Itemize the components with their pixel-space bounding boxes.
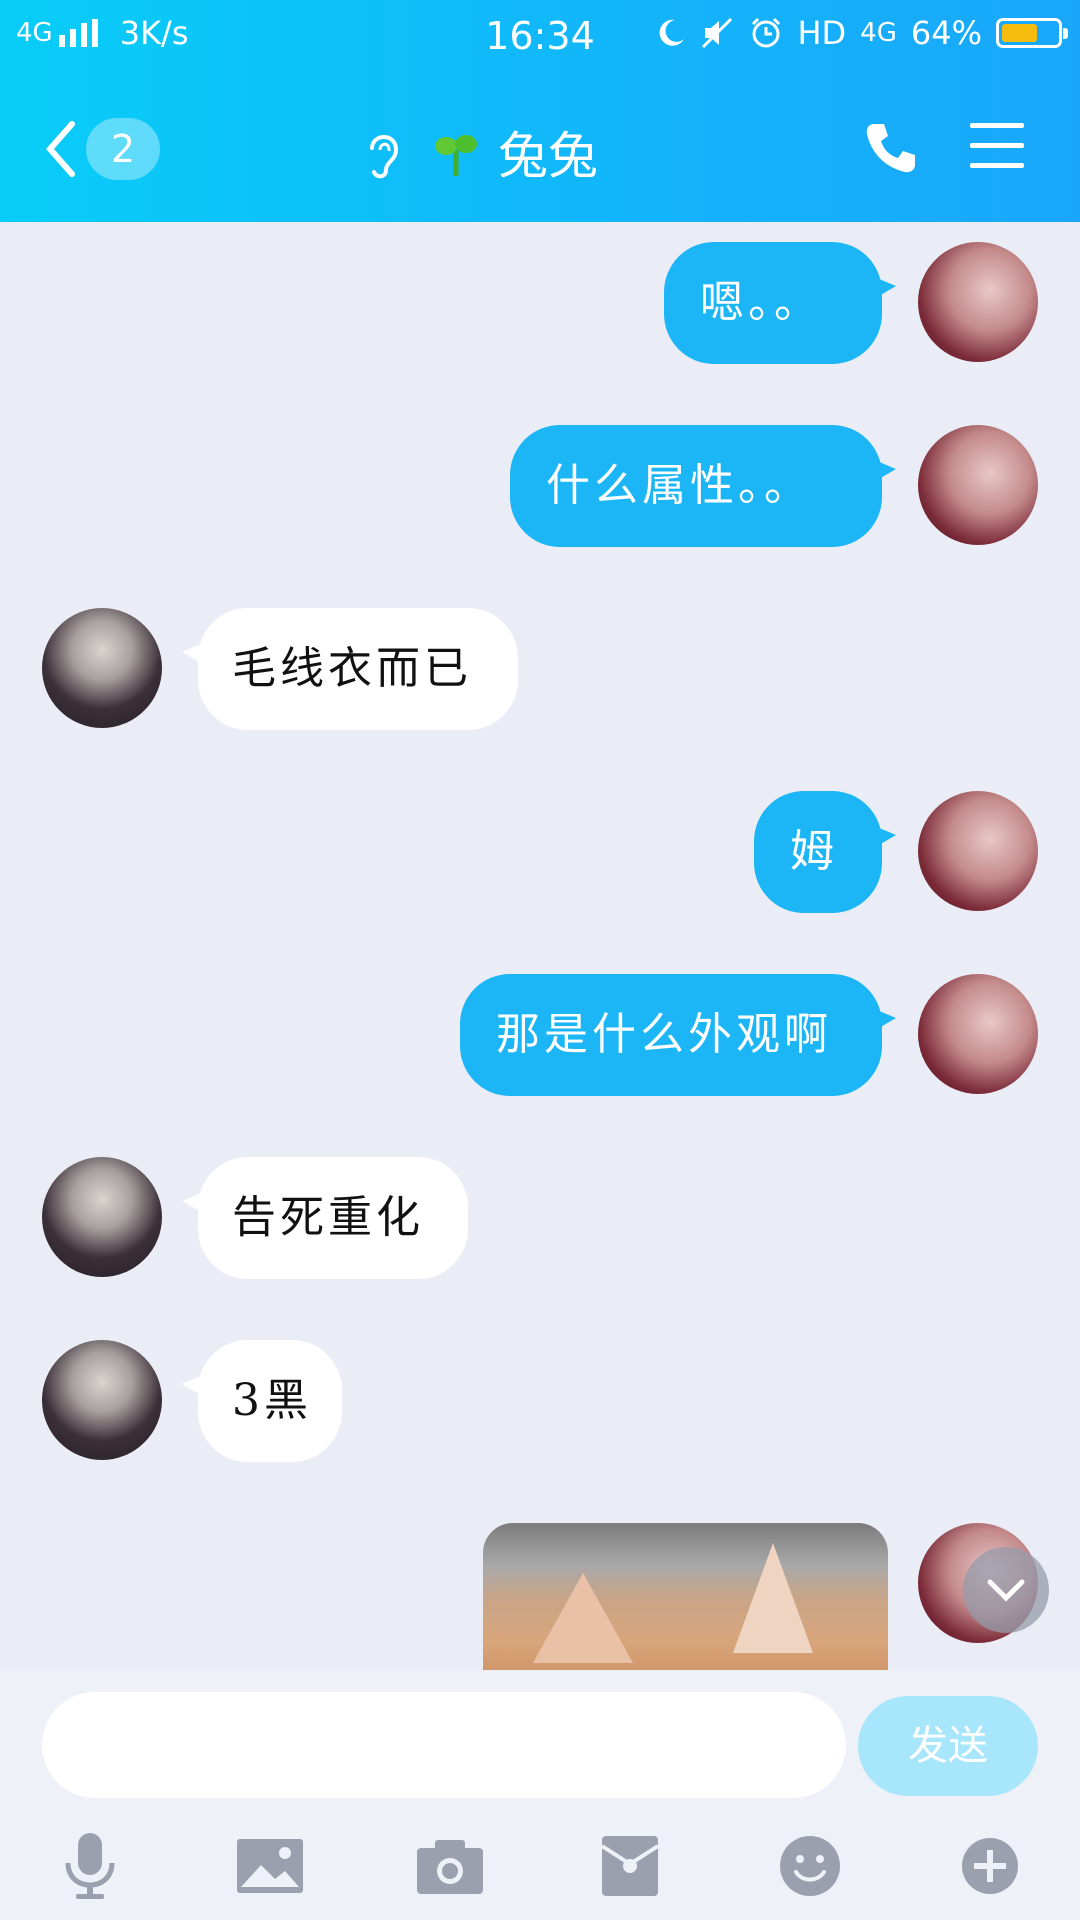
message-bubble-received[interactable]: 毛线衣而已	[182, 608, 518, 730]
chevron-down-icon	[987, 1579, 1025, 1602]
plus-icon	[962, 1838, 1018, 1894]
unread-badge: 2	[86, 118, 160, 180]
message-bubble-sent[interactable]: 嗯。。	[664, 242, 896, 364]
signal-icon	[58, 19, 98, 47]
battery-icon	[996, 18, 1068, 48]
cat-ear-right	[733, 1543, 813, 1653]
status-right: HD 4G 64%	[655, 14, 1068, 52]
nav-bar: 2 兔兔	[0, 90, 1080, 210]
menu-icon[interactable]	[970, 120, 1024, 172]
message-bubble-received[interactable]: 3黑	[182, 1340, 342, 1462]
network-type-2: 4G	[860, 18, 897, 48]
input-toolbar	[0, 1820, 1080, 1910]
contact-avatar[interactable]	[42, 1157, 162, 1277]
battery-percent: 64%	[910, 14, 982, 52]
status-left: 4G 3K/s	[16, 14, 189, 52]
battery-fill	[1002, 24, 1037, 42]
network-type: 4G	[16, 18, 53, 48]
my-avatar[interactable]	[918, 242, 1038, 362]
message-input[interactable]	[42, 1692, 846, 1798]
mute-icon	[702, 17, 733, 49]
back-button[interactable]: 2	[42, 118, 160, 180]
contact-avatar[interactable]	[42, 1340, 162, 1460]
chat-area[interactable]: 嗯。。 什么属性。。 毛线衣而已 姆 那是什么外观啊 告死重化 3黑	[0, 222, 1080, 1670]
message-bubble-sent[interactable]: 什么属性。。	[510, 425, 896, 547]
status-bar: 4G 3K/s 16:34 HD 4G 64%	[0, 0, 1080, 80]
send-button[interactable]: 发送	[858, 1696, 1038, 1796]
emoji-button[interactable]	[770, 1826, 850, 1906]
my-avatar[interactable]	[918, 425, 1038, 545]
more-button[interactable]	[950, 1826, 1030, 1906]
alarm-icon	[752, 17, 781, 48]
image-icon	[237, 1839, 303, 1893]
sprout-icon	[435, 135, 477, 176]
chevron-left-icon	[46, 121, 75, 177]
red-packet-icon	[600, 1836, 660, 1896]
my-avatar[interactable]	[918, 974, 1038, 1094]
camera-icon	[417, 1840, 483, 1894]
image-button[interactable]	[230, 1826, 310, 1906]
scroll-to-bottom-button[interactable]	[963, 1547, 1049, 1633]
hd-label: HD	[797, 14, 847, 52]
camera-button[interactable]	[410, 1826, 490, 1906]
contact-avatar[interactable]	[42, 608, 162, 728]
header-bar: 4G 3K/s 16:34 HD 4G 64% 2 兔兔	[0, 0, 1080, 222]
network-speed: 3K/s	[119, 14, 189, 52]
message-bubble-sent[interactable]: 那是什么外观啊	[460, 974, 896, 1096]
message-bubble-received[interactable]: 告死重化	[182, 1157, 468, 1279]
photo-message[interactable]	[483, 1523, 888, 1670]
contact-name: 兔兔	[498, 127, 598, 185]
emoji-icon	[780, 1836, 840, 1896]
voice-button[interactable]	[50, 1826, 130, 1906]
my-avatar[interactable]	[918, 791, 1038, 911]
input-area: 发送	[0, 1670, 1080, 1920]
red-packet-button[interactable]	[590, 1826, 670, 1906]
cat-ear-left	[533, 1573, 633, 1663]
ear-icon[interactable]	[362, 126, 406, 182]
title-area[interactable]: 兔兔	[488, 116, 598, 188]
message-bubble-sent[interactable]: 姆	[754, 791, 896, 913]
phone-icon[interactable]	[862, 120, 918, 176]
moon-icon	[660, 19, 685, 46]
microphone-icon	[65, 1833, 115, 1899]
